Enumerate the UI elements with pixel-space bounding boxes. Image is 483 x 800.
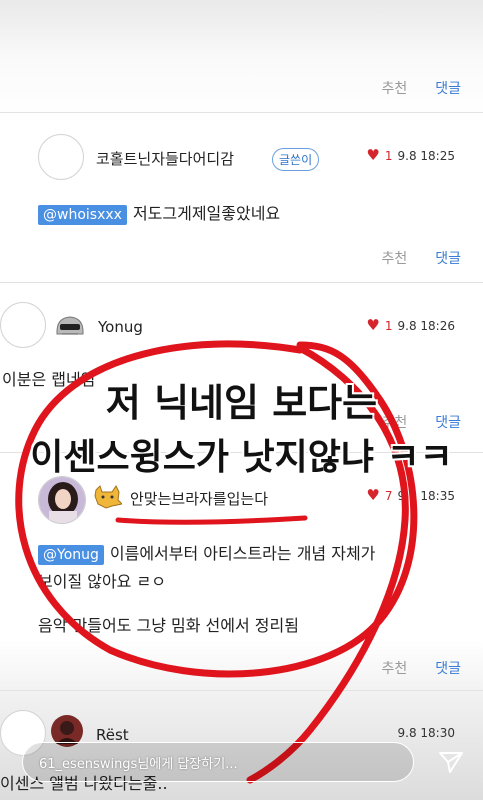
- comment-time: 9.8 18:26: [397, 318, 455, 333]
- reply-button[interactable]: 댓글: [435, 658, 461, 678]
- comment-actions: 추천 댓글: [381, 248, 461, 268]
- dog-level-icon: [94, 485, 122, 509]
- comment-nickname[interactable]: 안맞는브라자를입는다: [130, 488, 268, 509]
- comment-time: 9.8 18:25: [397, 148, 455, 163]
- recommend-button[interactable]: 추천: [381, 248, 407, 268]
- comment-body-line: @Yonug 이름에서부터 아티스트라는 개념 자체가: [38, 540, 375, 565]
- comment-item: 안맞는브라자를입는다 ♥ 7 9.8 18:35 @Yonug 이름에서부터 아티…: [0, 452, 483, 682]
- recommend-button[interactable]: 추천: [381, 78, 407, 98]
- reply-button[interactable]: 댓글: [435, 78, 461, 98]
- comment-text: 이름에서부터 아티스트라는 개념 자체가: [109, 544, 376, 563]
- send-icon[interactable]: [438, 750, 464, 774]
- mention-tag[interactable]: @whoisxxx: [38, 205, 127, 225]
- reply-placeholder: 61_esenswings님에게 답장하기...: [39, 757, 238, 772]
- story-screen: 추천 댓글 코홀트닌자들다어디감 글쓴이 ♥ 1 9.8 18:25 @whoi…: [0, 0, 483, 800]
- profile-photo: [39, 477, 85, 523]
- comment-text: 음악 만들어도 그냥 밈화 선에서 정리됨: [38, 616, 299, 635]
- comment-body: @whoisxxx 저도그게제일좋았네요: [38, 200, 280, 225]
- comment-body-line: 보이질 않아요 ㄹㅇ: [38, 568, 166, 592]
- avatar[interactable]: [38, 476, 86, 524]
- comment-time: 9.8 18:30: [397, 726, 455, 740]
- comment-meta: ♥ 1 9.8 18:26: [366, 318, 455, 333]
- avatar[interactable]: [38, 134, 84, 180]
- comment-actions: 추천 댓글: [381, 658, 461, 678]
- comment-time: 9.8 18:35: [397, 488, 455, 503]
- heart-icon[interactable]: ♥: [366, 488, 379, 503]
- like-count: 1: [384, 148, 393, 163]
- previous-comment-actions: 추천 댓글: [381, 78, 461, 98]
- comment-nickname[interactable]: Yonug: [98, 318, 143, 336]
- comment-text: 저도그게제일좋았네요: [132, 204, 281, 223]
- mention-tag[interactable]: @Yonug: [38, 545, 104, 565]
- recommend-button[interactable]: 추천: [381, 658, 407, 678]
- like-count: 1: [384, 318, 393, 333]
- avatar[interactable]: [0, 302, 46, 348]
- overlay-caption-line1: 저 닉네임 보다는: [105, 381, 378, 425]
- comment-body-line: 음악 만들어도 그냥 밈화 선에서 정리됨: [38, 612, 299, 636]
- reply-button[interactable]: 댓글: [435, 248, 461, 268]
- heart-icon[interactable]: ♥: [366, 318, 379, 333]
- comment-meta: ♥ 1 9.8 18:25: [366, 148, 455, 163]
- like-count: 7: [384, 488, 393, 503]
- heart-icon[interactable]: ♥: [366, 148, 379, 163]
- comment-meta: 9.8 18:30: [398, 726, 455, 740]
- comment-nickname[interactable]: 코홀트닌자들다어디감: [96, 148, 234, 169]
- comment-item: 코홀트닌자들다어디감 글쓴이 ♥ 1 9.8 18:25 @whoisxxx 저도…: [0, 112, 483, 282]
- comment-meta: ♥ 7 9.8 18:35: [366, 488, 455, 503]
- writer-badge: 글쓴이: [272, 148, 320, 171]
- comment-text: 보이질 않아요 ㄹㅇ: [38, 572, 166, 591]
- helmet-level-icon: [56, 316, 84, 335]
- story-reply-input[interactable]: 61_esenswings님에게 답장하기...: [22, 742, 414, 782]
- overlay-caption-line2: 이센스윙스가 낫지않냐 ㅋㅋ: [30, 437, 453, 478]
